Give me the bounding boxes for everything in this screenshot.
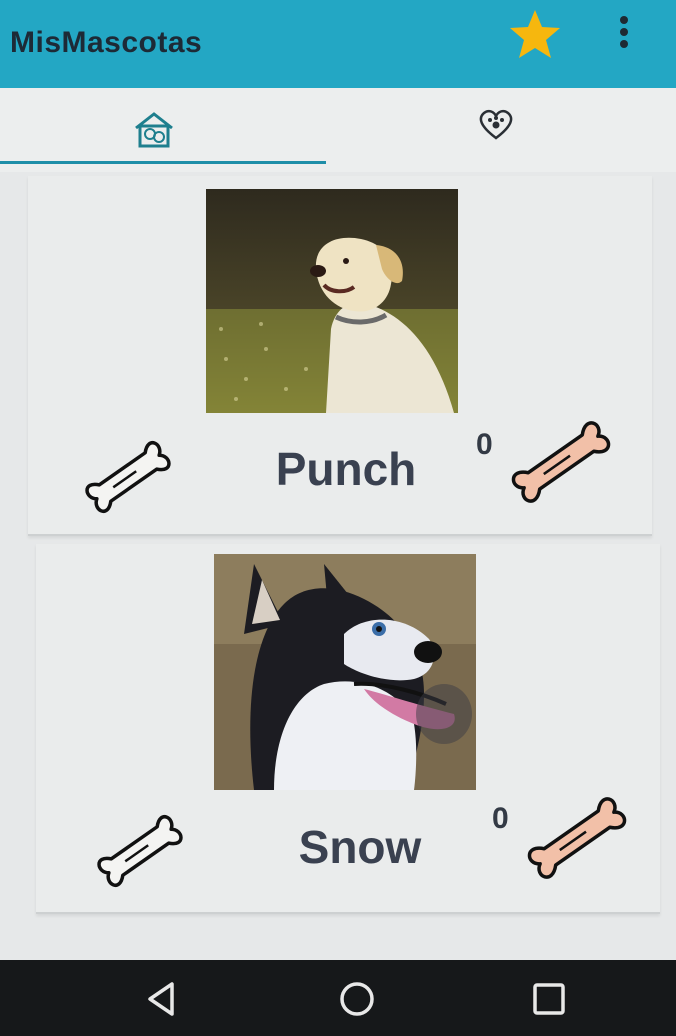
like-count: 0 (492, 802, 509, 835)
like-count: 0 (476, 428, 493, 461)
yellow-labrador-photo (206, 189, 458, 413)
pet-name: Punch (275, 443, 417, 495)
tab-favorites[interactable] (326, 88, 676, 172)
star-icon[interactable] (506, 6, 564, 64)
pet-photo (206, 189, 458, 413)
bone-filled-icon (527, 797, 627, 879)
tab-bar (0, 88, 676, 172)
pet-photo (214, 554, 476, 790)
pets-house-icon (135, 112, 173, 148)
overflow-menu-icon[interactable] (606, 12, 642, 52)
bone-outline-icon[interactable] (90, 806, 190, 896)
pet-card: Punch 0 (28, 176, 652, 536)
bone-filled-icon (511, 421, 611, 503)
heart-paw-icon (479, 109, 513, 140)
husky-puppy-photo (214, 554, 476, 790)
screen: MisMascotas Punch 0 Snow 0 (0, 0, 676, 960)
home-icon[interactable] (332, 974, 382, 1024)
bone-outline-icon[interactable] (78, 432, 178, 522)
tab-pets[interactable] (0, 88, 326, 172)
pet-name: Snow (298, 821, 422, 873)
pet-card: Snow 0 (36, 544, 660, 914)
back-icon[interactable] (138, 974, 188, 1024)
system-nav-bar (0, 960, 676, 1036)
recents-icon[interactable] (524, 974, 574, 1024)
tab-indicator (0, 161, 326, 164)
app-title: MisMascotas (10, 26, 203, 59)
app-bar: MisMascotas (0, 0, 676, 88)
